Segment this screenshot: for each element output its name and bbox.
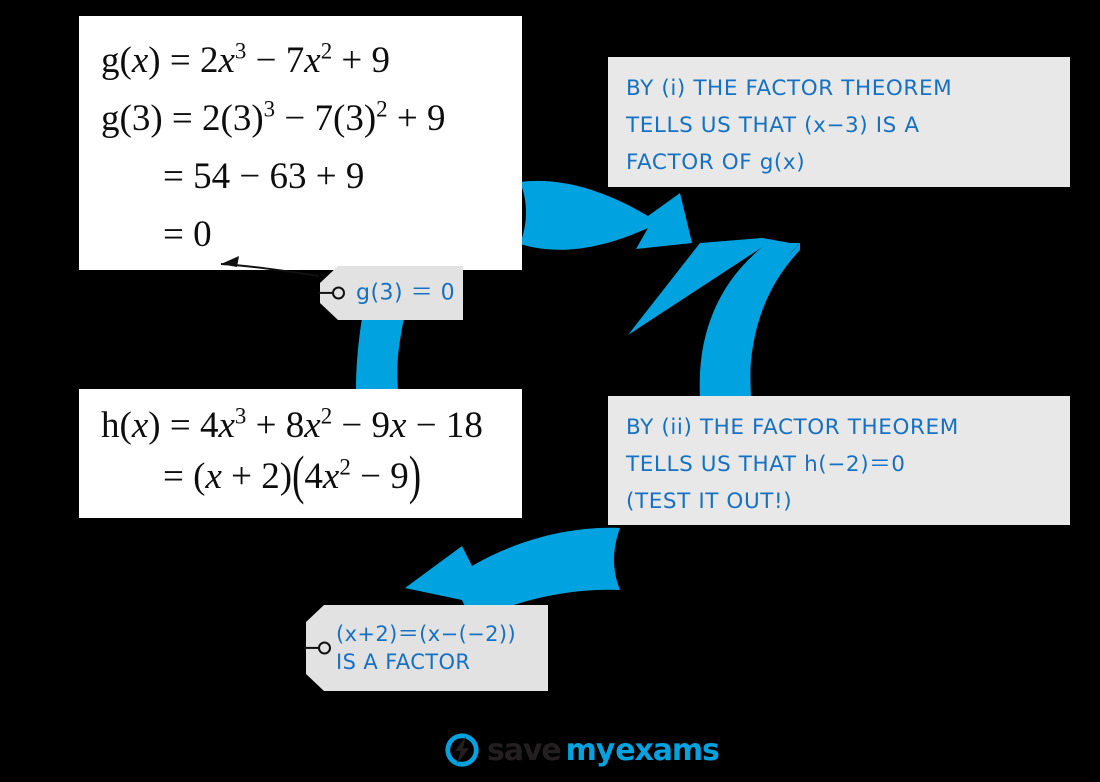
- arrow-left-down-icon: [356, 318, 404, 390]
- arrow-top-right-icon: [520, 180, 692, 250]
- math-panel-g: g(x) = 2x3 − 7x2 + 9 g(3) = 2(3)3 − 7(3)…: [79, 16, 522, 270]
- tag-label: (x+2)＝(x−(−2)) IS A FACTOR: [336, 621, 517, 674]
- math-line-h2: = (x + 2)(4x2 − 9): [163, 446, 422, 507]
- lightning-circle-icon: [445, 733, 479, 767]
- tag-string-icon: [318, 291, 332, 295]
- logo-word-my: my: [565, 732, 616, 768]
- math-line-g2: g(3) = 2(3)3 − 7(3)2 + 9: [101, 96, 446, 139]
- tag-callout-g3-equals-zero: g(3) ＝ 0: [318, 266, 463, 320]
- math-panel-h: h(x) = 4x3 + 8x2 − 9x − 18 = (x + 2)(4x2…: [79, 389, 522, 518]
- logo-word-save: save: [487, 732, 562, 768]
- logo-word-exams: exams: [615, 732, 720, 768]
- tag-label: g(3) ＝ 0: [356, 280, 456, 306]
- save-my-exams-logo: save my exams: [443, 728, 720, 772]
- note-box-factor-theorem-ii: BY (ii) THE FACTOR THEOREM TELLS US THAT…: [608, 396, 1070, 525]
- math-line-h1: h(x) = 4x3 + 8x2 − 9x − 18: [101, 403, 483, 446]
- handdrawn-pointer-icon: [220, 256, 320, 277]
- math-line-g3: = 54 − 63 + 9: [163, 156, 365, 197]
- tag-hole-icon: [332, 286, 345, 300]
- tag-string-icon: [304, 646, 318, 650]
- tag-callout-x-plus-2-is-a-factor: (x+2)＝(x−(−2)) IS A FACTOR: [304, 605, 548, 691]
- math-line-g1: g(x) = 2x3 − 7x2 + 9: [101, 38, 391, 81]
- tag-hole-icon: [318, 641, 331, 655]
- math-line-g4: = 0: [163, 214, 212, 255]
- diagram-canvas: g(x) = 2x3 − 7x2 + 9 g(3) = 2(3)3 − 7(3)…: [0, 0, 1100, 782]
- note-box-factor-theorem-i: BY (i) THE FACTOR THEOREM TELLS US THAT …: [608, 57, 1070, 187]
